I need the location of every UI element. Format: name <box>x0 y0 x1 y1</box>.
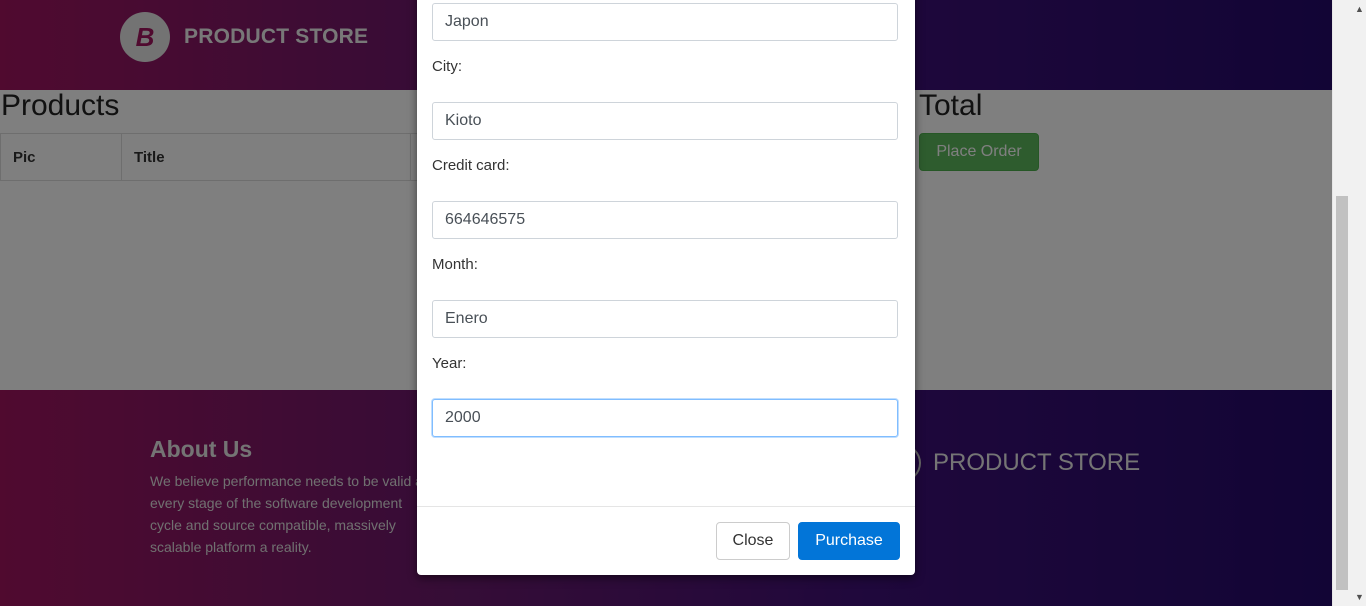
credit-card-input[interactable] <box>432 201 898 239</box>
city-input[interactable] <box>432 102 898 140</box>
modal-footer-divider <box>417 506 915 507</box>
month-input[interactable] <box>432 300 898 338</box>
close-button[interactable]: Close <box>716 522 790 560</box>
country-input[interactable] <box>432 3 898 41</box>
city-label: City: <box>432 58 462 75</box>
year-input[interactable] <box>432 399 898 437</box>
year-label: Year: <box>432 355 467 372</box>
purchase-button[interactable]: Purchase <box>798 522 900 560</box>
scrollbar-thumb[interactable] <box>1336 196 1348 590</box>
scroll-up-arrow-icon[interactable]: ▲ <box>1355 4 1364 14</box>
place-order-modal: City: Credit card: Month: Year: Close Pu… <box>417 0 915 575</box>
month-label: Month: <box>432 256 478 273</box>
scroll-down-arrow-icon[interactable]: ▼ <box>1355 592 1364 602</box>
credit-card-label: Credit card: <box>432 157 510 174</box>
page: B PRODUCT STORE Products Pic Title Total… <box>0 0 1332 606</box>
